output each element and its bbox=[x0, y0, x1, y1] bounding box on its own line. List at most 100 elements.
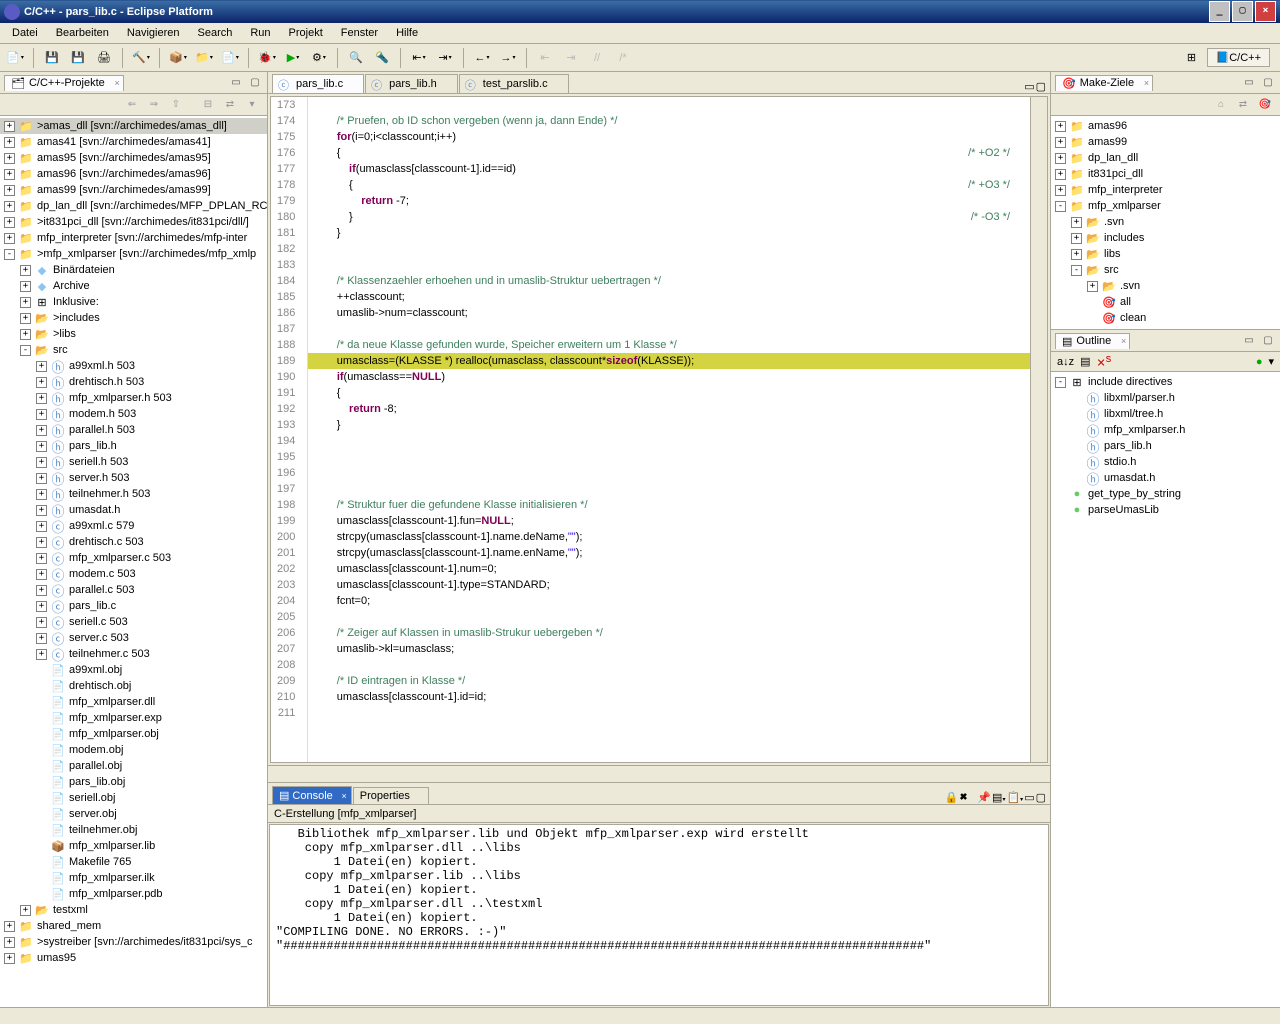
tree-node[interactable]: -⊞include directives bbox=[1051, 374, 1280, 390]
collapse-icon[interactable]: - bbox=[1055, 201, 1066, 212]
projects-maximize-icon[interactable]: ▢ bbox=[247, 75, 263, 91]
tree-node[interactable]: +📁dp_lan_dll bbox=[1051, 150, 1280, 166]
tree-node[interactable]: +📁amas96 bbox=[1051, 118, 1280, 134]
code-line[interactable] bbox=[308, 257, 1030, 273]
new-file-button[interactable]: 📄▾ bbox=[219, 47, 241, 69]
expand-icon[interactable]: + bbox=[1055, 153, 1066, 164]
expand-icon[interactable]: + bbox=[1055, 185, 1066, 196]
tree-node[interactable]: 📄mfp_xmlparser.ilk bbox=[0, 870, 267, 886]
tree-node[interactable]: 📄Makefile 765 bbox=[0, 854, 267, 870]
expand-icon[interactable]: + bbox=[20, 905, 31, 916]
comment-button[interactable]: // bbox=[586, 47, 608, 69]
expand-icon[interactable]: + bbox=[1071, 217, 1082, 228]
make-maximize-icon[interactable]: ▢ bbox=[1260, 75, 1276, 91]
code-line[interactable]: /* ID eintragen in Klasse */ bbox=[308, 673, 1030, 689]
menu-fenster[interactable]: Fenster bbox=[333, 25, 386, 41]
nav-back-icon[interactable]: ⇐ bbox=[123, 96, 141, 114]
outline-maximize-icon[interactable]: ▢ bbox=[1260, 333, 1276, 349]
tree-node[interactable]: +📁dp_lan_dll [svn://archimedes/MFP_DPLAN… bbox=[0, 198, 267, 214]
tree-node[interactable]: +📁mfp_interpreter [svn://archimedes/mfp-… bbox=[0, 230, 267, 246]
tree-node[interactable]: 📄teilnehmer.obj bbox=[0, 822, 267, 838]
console-open-icon[interactable]: 📋▾ bbox=[1006, 791, 1023, 804]
tab-console[interactable]: ▤ Console × bbox=[272, 786, 352, 804]
expand-icon[interactable]: + bbox=[4, 937, 15, 948]
editor-tab-pars_lib-c[interactable]: ⓒpars_lib.c bbox=[272, 74, 364, 93]
tab-properties[interactable]: Properties bbox=[353, 787, 429, 804]
tree-node[interactable]: +ⓒa99xml.c 579 bbox=[0, 518, 267, 534]
open-type-button[interactable]: 🔍 bbox=[345, 47, 367, 69]
code-line[interactable]: {/* +O2 */ bbox=[308, 145, 1030, 161]
tree-node[interactable]: 📦mfp_xmlparser.lib bbox=[0, 838, 267, 854]
menu-projekt[interactable]: Projekt bbox=[281, 25, 331, 41]
tree-node[interactable]: 📄parallel.obj bbox=[0, 758, 267, 774]
collapse-icon[interactable]: - bbox=[20, 345, 31, 356]
tree-node[interactable]: +ⓗpars_lib.h bbox=[0, 438, 267, 454]
code-line[interactable]: return -8; bbox=[308, 401, 1030, 417]
save-all-button[interactable]: 💾 bbox=[67, 47, 89, 69]
save-button[interactable]: 💾 bbox=[41, 47, 63, 69]
code-line[interactable]: umasclass=(KLASSE *) realloc(umasclass, … bbox=[308, 353, 1030, 369]
projects-minimize-icon[interactable]: ▭ bbox=[228, 75, 244, 91]
code-editor[interactable]: 1731741751761771781791801811821831841851… bbox=[270, 96, 1048, 763]
tree-node[interactable]: +ⓗparallel.h 503 bbox=[0, 422, 267, 438]
expand-icon[interactable]: + bbox=[36, 441, 47, 452]
run-ext-button[interactable]: ⚙▾ bbox=[308, 47, 330, 69]
next-annotation-button[interactable]: ⇥▾ bbox=[434, 47, 456, 69]
tree-node[interactable]: +📁>it831pci_dll [svn://archimedes/it831p… bbox=[0, 214, 267, 230]
tree-node[interactable]: 📄mfp_xmlparser.pdb bbox=[0, 886, 267, 902]
expand-icon[interactable]: + bbox=[20, 313, 31, 324]
editor-vertical-scrollbar[interactable] bbox=[1030, 97, 1047, 762]
menu-hilfe[interactable]: Hilfe bbox=[388, 25, 426, 41]
expand-icon[interactable]: + bbox=[36, 585, 47, 596]
expand-icon[interactable]: + bbox=[4, 121, 15, 132]
open-perspective-button[interactable]: ⊞ bbox=[1181, 47, 1203, 69]
make-build-icon[interactable]: 🎯 bbox=[1256, 96, 1274, 114]
tree-node[interactable]: +ⓗa99xml.h 503 bbox=[0, 358, 267, 374]
expand-icon[interactable]: + bbox=[1055, 121, 1066, 132]
code-line[interactable] bbox=[308, 449, 1030, 465]
expand-icon[interactable]: + bbox=[20, 265, 31, 276]
code-line[interactable] bbox=[308, 481, 1030, 497]
prev-annotation-button[interactable]: ⇤▾ bbox=[408, 47, 430, 69]
code-line[interactable]: /* Zeiger auf Klassen in umaslib-Strukur… bbox=[308, 625, 1030, 641]
code-line[interactable] bbox=[308, 321, 1030, 337]
view-menu-icon[interactable]: ▾ bbox=[243, 96, 261, 114]
tree-node[interactable]: +📂libs bbox=[1051, 246, 1280, 262]
tree-node[interactable]: 📄a99xml.obj bbox=[0, 662, 267, 678]
code-line[interactable] bbox=[308, 241, 1030, 257]
tree-node[interactable]: +📁>systreiber [svn://archimedes/it831pci… bbox=[0, 934, 267, 950]
tree-node[interactable]: 📄modem.obj bbox=[0, 742, 267, 758]
console-minimize-icon[interactable]: ▭ bbox=[1024, 791, 1034, 804]
outline-tree[interactable]: -⊞include directivesⓗlibxml/parser.hⓗlib… bbox=[1051, 372, 1280, 1007]
code-line[interactable]: umasclass[classcount-1].fun=NULL; bbox=[308, 513, 1030, 529]
tree-node[interactable]: 📄seriell.obj bbox=[0, 790, 267, 806]
expand-icon[interactable]: + bbox=[36, 569, 47, 580]
tree-node[interactable]: +📁amas99 bbox=[1051, 134, 1280, 150]
expand-icon[interactable]: + bbox=[36, 409, 47, 420]
forward-button[interactable]: →▾ bbox=[497, 47, 519, 69]
code-line[interactable] bbox=[308, 705, 1030, 721]
console-close-icon[interactable]: × bbox=[342, 791, 347, 801]
tree-node[interactable]: +ⓗteilnehmer.h 503 bbox=[0, 486, 267, 502]
editor-tab-test_parslib-c[interactable]: ⓒtest_parslib.c bbox=[459, 74, 569, 93]
console-lock-icon[interactable]: 🔒 bbox=[945, 791, 959, 804]
expand-icon[interactable]: + bbox=[4, 233, 15, 244]
tree-node[interactable]: +⊞Inklusive: bbox=[0, 294, 267, 310]
code-line[interactable]: strcpy(umasclass[classcount-1].name.deNa… bbox=[308, 529, 1030, 545]
tree-node[interactable]: +📂>libs bbox=[0, 326, 267, 342]
expand-icon[interactable]: + bbox=[36, 633, 47, 644]
print-button[interactable]: 🖨 bbox=[93, 47, 115, 69]
collapse-icon[interactable]: - bbox=[4, 249, 15, 260]
run-button[interactable]: ▶▾ bbox=[282, 47, 304, 69]
tree-node[interactable]: ⓗumasdat.h bbox=[1051, 470, 1280, 486]
code-line[interactable]: { bbox=[308, 385, 1030, 401]
expand-icon[interactable]: + bbox=[36, 393, 47, 404]
code-line[interactable] bbox=[308, 609, 1030, 625]
code-line[interactable]: /* Pruefen, ob ID schon vergeben (wenn j… bbox=[308, 113, 1030, 129]
make-view-tab[interactable]: 🎯 Make-Ziele × bbox=[1055, 75, 1153, 91]
tree-node[interactable]: +📁>amas_dll [svn://archimedes/amas_dll] bbox=[0, 118, 267, 134]
tree-node[interactable]: +📁amas41 [svn://archimedes/amas41] bbox=[0, 134, 267, 150]
code-line[interactable]: /* Klassenzaehler erhoehen und in umasli… bbox=[308, 273, 1030, 289]
tree-node[interactable]: +ⓒpars_lib.c bbox=[0, 598, 267, 614]
expand-icon[interactable]: + bbox=[4, 201, 15, 212]
